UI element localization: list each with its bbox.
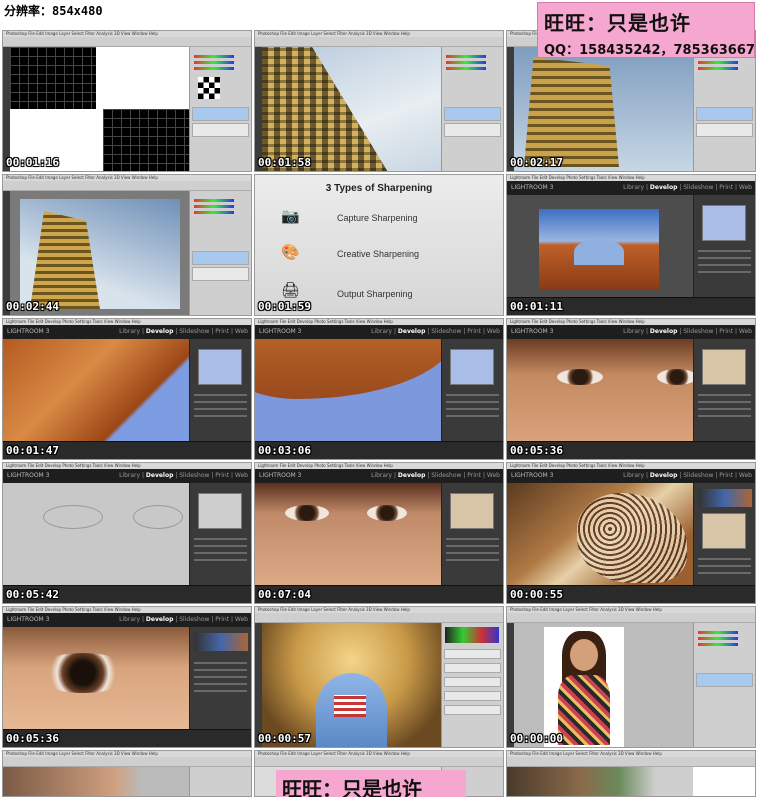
timecode: 00:05:36 [6, 732, 59, 745]
layers-panel [189, 767, 251, 796]
canvas [10, 191, 189, 315]
thumbnail-2[interactable]: Photoshop File Edit Image Layer Select F… [254, 30, 504, 172]
canvas [262, 47, 441, 171]
lightroom-header: LIGHTROOM 3 Library | Develop | Slidesho… [507, 469, 755, 483]
thumbnail-13[interactable]: Lightroom File Edit Develop Photo Settin… [2, 606, 252, 748]
thumbnail-4[interactable]: Photoshop File Edit Image Layer Select F… [2, 174, 252, 316]
timecode: 00:01:58 [258, 156, 311, 169]
thumbnail-14[interactable]: Photoshop File Edit Image Layer Select F… [254, 606, 504, 748]
timecode: 00:00:57 [258, 732, 311, 745]
photo-view [3, 339, 189, 441]
contact-qq: QQ：158435242，785363667 [544, 43, 755, 58]
timecode: 00:02:17 [510, 156, 563, 169]
contact-wangwang-bottom: 旺旺：只是也许 [282, 777, 422, 797]
layers-panel [441, 47, 503, 171]
timecode: 00:02:44 [6, 300, 59, 313]
timecode: 00:00:55 [510, 588, 563, 601]
photo-view [3, 627, 189, 729]
lightroom-header: LIGHTROOM 3 Library | Develop | Slidesho… [255, 469, 503, 483]
contact-banner: 旺旺：只是也许 QQ：158435242，785363667 [537, 2, 755, 58]
thumbnail-5[interactable]: 3 Types of Sharpening 📷 Capture Sharpeni… [254, 174, 504, 316]
photo-view [507, 483, 693, 585]
thumbnail-9[interactable]: Lightroom File Edit Develop Photo Settin… [506, 318, 756, 460]
timecode: 00:01:59 [258, 300, 311, 313]
tools-panel [3, 191, 10, 315]
layers-panel [189, 191, 251, 315]
photo-view [507, 195, 693, 297]
resolution-label: 分辨率：854x480 [4, 4, 103, 18]
thumbnail-18[interactable]: Photoshop File Edit Image Layer Select F… [506, 750, 756, 797]
canvas [507, 767, 693, 796]
thumbnail-12[interactable]: Lightroom File Edit Develop Photo Settin… [506, 462, 756, 604]
canvas [10, 47, 189, 171]
options-bar [255, 613, 503, 623]
lightroom-header: LIGHTROOM 3 Library | Develop | Slidesho… [507, 325, 755, 339]
output-sharpening-label: Output Sharpening [337, 289, 413, 299]
thumbnail-8[interactable]: Lightroom File Edit Develop Photo Settin… [254, 318, 504, 460]
options-bar [3, 757, 251, 767]
contact-wangwang: 旺旺：只是也许 [544, 11, 691, 35]
options-bar [3, 37, 251, 47]
canvas [262, 623, 441, 747]
layers-panel [693, 47, 755, 171]
timecode: 00:03:06 [258, 444, 311, 457]
options-bar [255, 757, 503, 767]
lightroom-header: LIGHTROOM 3 Library | Develop | Slidesho… [255, 325, 503, 339]
photo-view [255, 483, 441, 585]
thumbnail-15[interactable]: Photoshop File Edit Image Layer Select F… [506, 606, 756, 748]
tools-panel [507, 623, 514, 747]
options-bar [255, 37, 503, 47]
creative-sharpening-label: Creative Sharpening [337, 249, 420, 259]
lightroom-header: LIGHTROOM 3 Library | Develop | Slidesho… [3, 325, 251, 339]
slide-title: 3 Types of Sharpening [325, 183, 433, 194]
thumbnail-1[interactable]: Photoshop File Edit Image Layer Select F… [2, 30, 252, 172]
lightroom-logo: LIGHTROOM 3 [511, 184, 554, 191]
lightroom-header: LIGHTROOM 3 Library | Develop | Slidesho… [507, 181, 755, 195]
thumbnail-16[interactable]: Photoshop File Edit Image Layer Select F… [2, 750, 252, 797]
canvas [3, 767, 189, 796]
contact-banner-bottom: 旺旺：只是也许 [276, 770, 466, 797]
timecode: 00:00:00 [510, 732, 563, 745]
thumbnail-11[interactable]: Lightroom File Edit Develop Photo Settin… [254, 462, 504, 604]
capture-sharpening-label: Capture Sharpening [337, 213, 418, 223]
photo-view [255, 339, 441, 441]
options-bar [507, 613, 755, 623]
photo-view [507, 339, 693, 441]
photo-view [3, 483, 189, 585]
timecode: 00:05:36 [510, 444, 563, 457]
tools-panel [255, 623, 262, 747]
palette-icon: 🎨 [281, 243, 300, 261]
timecode: 00:01:16 [6, 156, 59, 169]
timecode: 00:05:42 [6, 588, 59, 601]
tools-panel [255, 47, 262, 171]
layers-panel [189, 47, 251, 171]
layers-panel [693, 623, 755, 747]
tools-panel [507, 47, 514, 171]
options-bar [3, 181, 251, 191]
thumbnail-7[interactable]: Lightroom File Edit Develop Photo Settin… [2, 318, 252, 460]
timecode: 00:07:04 [258, 588, 311, 601]
camera-icon: 📷 [281, 207, 300, 225]
canvas [514, 47, 693, 171]
timecode: 00:01:11 [510, 300, 563, 313]
lightroom-header: LIGHTROOM 3 Library | Develop | Slidesho… [3, 469, 251, 483]
lightroom-header: LIGHTROOM 3 Library | Develop | Slidesho… [3, 613, 251, 627]
canvas [514, 623, 693, 747]
options-bar [507, 757, 755, 767]
printer-icon: 🖨 [281, 281, 301, 299]
adjustments-panel [441, 623, 503, 747]
thumbnail-6[interactable]: Lightroom File Edit Develop Photo Settin… [506, 174, 756, 316]
tools-panel [3, 47, 10, 171]
timecode: 00:01:47 [6, 444, 59, 457]
thumbnail-10[interactable]: Lightroom File Edit Develop Photo Settin… [2, 462, 252, 604]
